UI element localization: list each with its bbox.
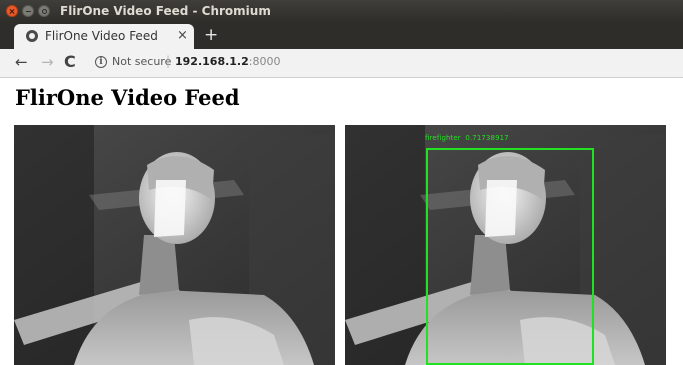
page-title: FlirOne Video Feed [15, 85, 240, 110]
detection-label: firefighter 0.71738917 [425, 134, 509, 142]
window-controls [6, 5, 50, 17]
tab-close-button[interactable]: × [177, 28, 188, 44]
url-separator: | [166, 54, 171, 68]
minimize-icon[interactable] [22, 5, 34, 17]
thermal-image [14, 125, 335, 365]
url-port: :8000 [248, 55, 281, 68]
window-titlebar: FlirOne Video Feed - Chromium [0, 0, 683, 22]
detection-video-feed: firefighter 0.71738917 [345, 125, 666, 365]
address-bar[interactable]: 192.168.1.2:8000 [175, 55, 280, 68]
globe-icon [26, 30, 38, 42]
tab-strip: FlirOne Video Feed × + [0, 22, 683, 49]
tab-title: FlirOne Video Feed [45, 29, 158, 43]
browser-toolbar: ← → C i Not secure | 192.168.1.2:8000 [0, 49, 683, 78]
arrow-right-icon[interactable]: → [41, 53, 54, 71]
detection-score: 0.71738917 [465, 134, 509, 142]
url-host: 192.168.1.2 [175, 55, 249, 68]
arrow-left-icon[interactable]: ← [15, 53, 28, 71]
tab-active[interactable]: FlirOne Video Feed × [14, 24, 194, 49]
plus-icon[interactable]: + [204, 25, 218, 45]
info-icon[interactable]: i [95, 56, 107, 68]
detection-box [426, 148, 594, 365]
window-title: FlirOne Video Feed - Chromium [60, 4, 271, 18]
reload-icon[interactable]: C [64, 53, 76, 71]
close-icon[interactable] [6, 5, 18, 17]
detection-class: firefighter [425, 134, 461, 142]
raw-video-feed [14, 125, 335, 365]
security-indicator[interactable]: Not secure [112, 55, 171, 68]
maximize-icon[interactable] [38, 5, 50, 17]
